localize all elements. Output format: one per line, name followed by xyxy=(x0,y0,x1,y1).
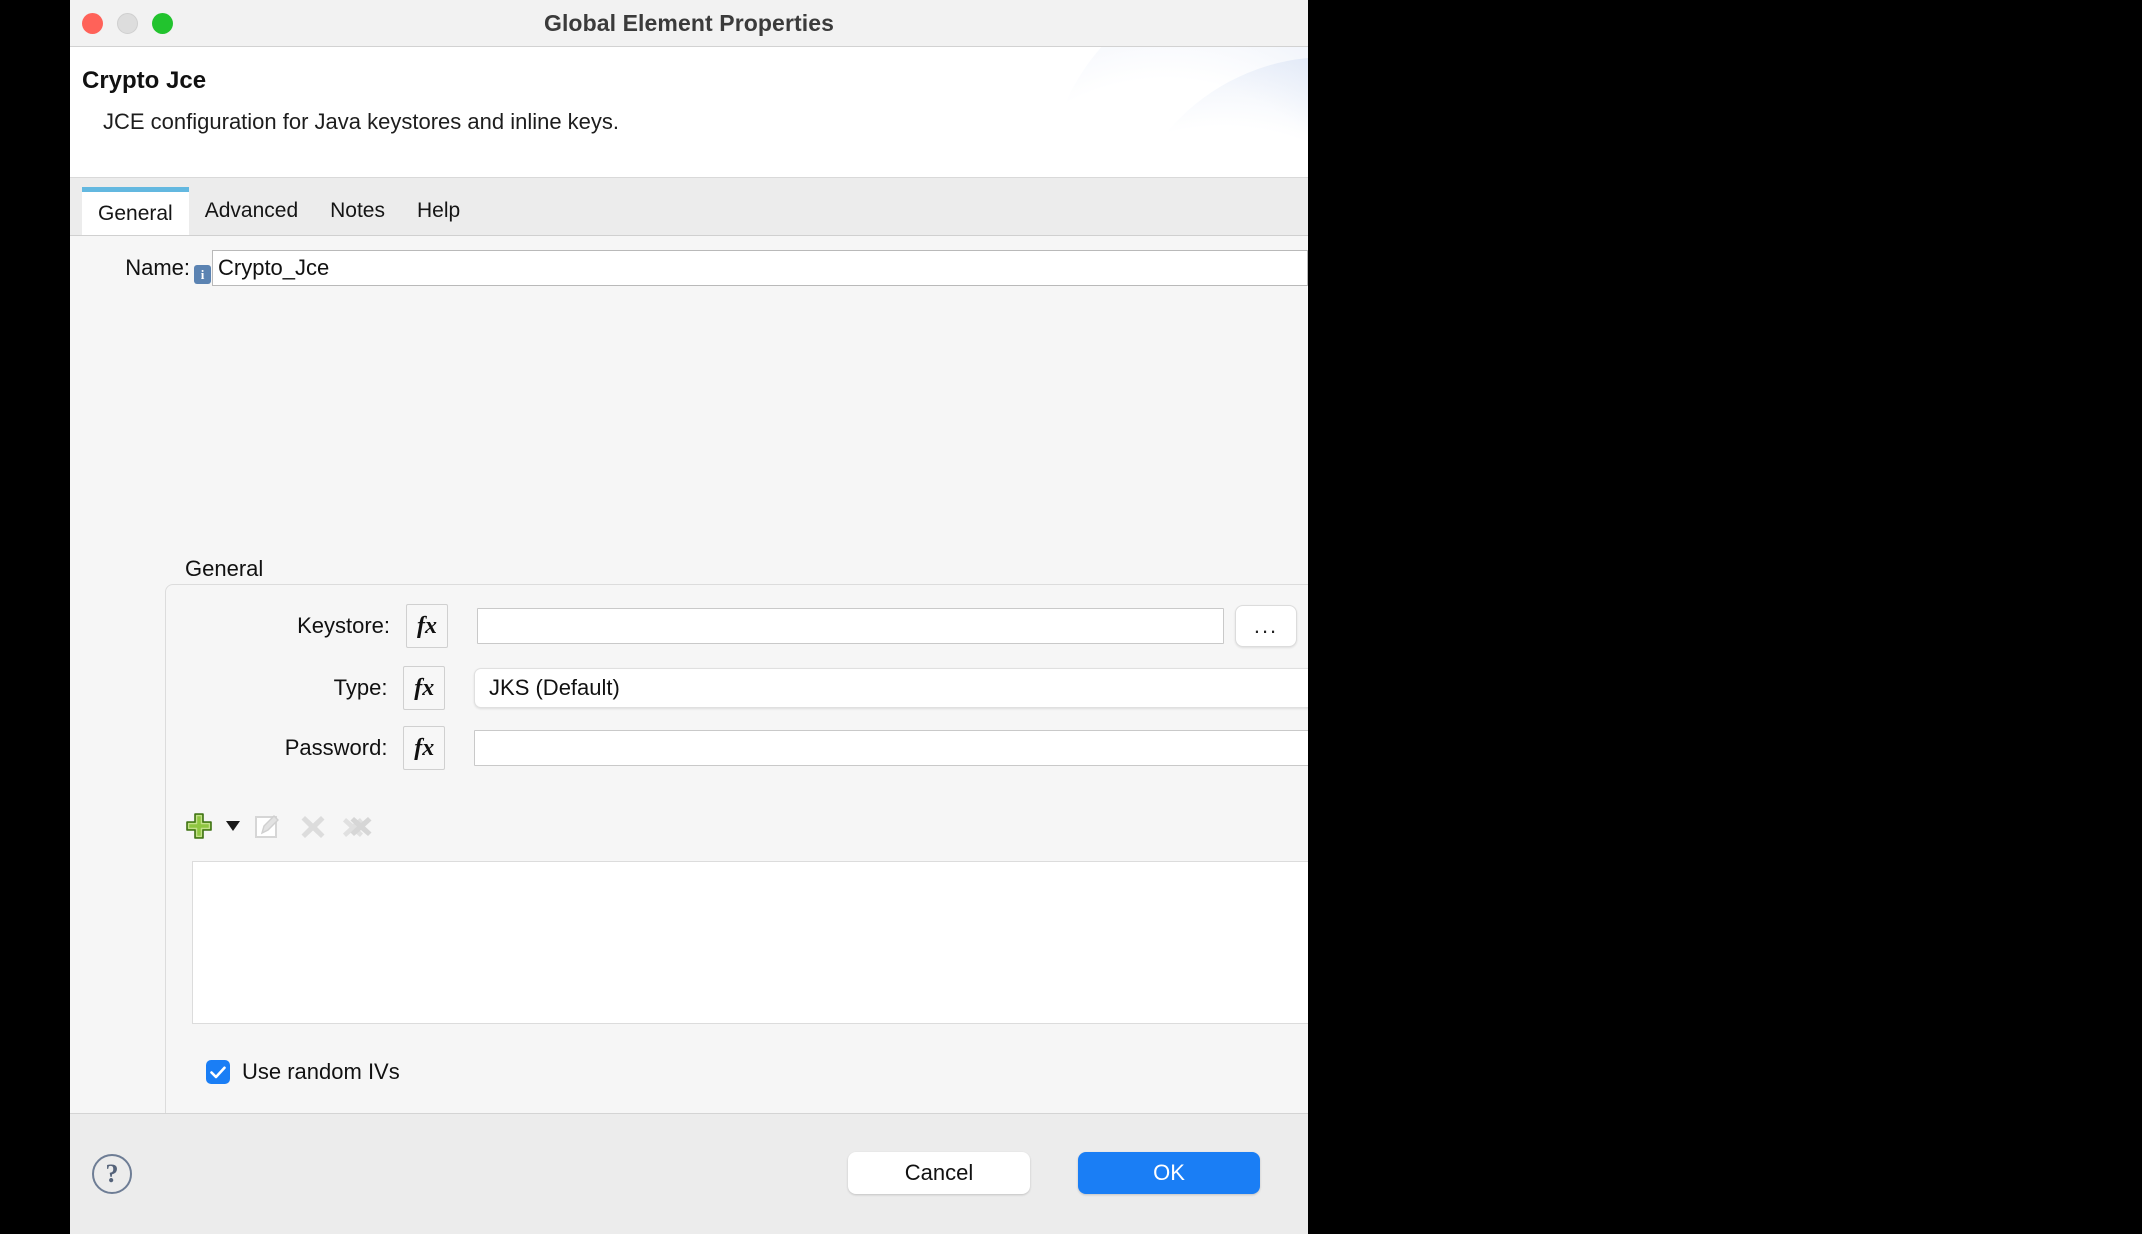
keystore-row: Keystore: fx ... xyxy=(166,603,1308,649)
general-group-box: Keystore: fx ... Type: fx JKS (Default) xyxy=(165,584,1308,1113)
password-input[interactable] xyxy=(473,730,1308,766)
type-fx-button[interactable]: fx xyxy=(403,666,446,710)
keystore-fx-button[interactable]: fx xyxy=(406,604,448,648)
zoom-button-icon[interactable] xyxy=(152,12,173,34)
page-title: Crypto Jce xyxy=(82,67,207,94)
ok-button[interactable]: OK xyxy=(1078,1152,1260,1194)
edit-button[interactable] xyxy=(244,803,290,849)
name-input[interactable] xyxy=(212,250,1308,286)
global-element-properties-dialog: Global Element Properties Crypto Jce JCE… xyxy=(70,0,1308,1234)
tab-advanced[interactable]: Advanced xyxy=(189,187,314,235)
name-label: Name: xyxy=(125,255,190,280)
tab-bar: General Advanced Notes Help xyxy=(70,178,1308,236)
info-icon[interactable]: i xyxy=(194,264,211,284)
add-dropdown-button[interactable] xyxy=(222,803,244,849)
close-button-icon[interactable] xyxy=(82,12,103,34)
use-random-ivs-checkbox[interactable] xyxy=(206,1060,230,1084)
type-select-value: JKS (Default) xyxy=(489,675,620,700)
type-select[interactable]: JKS (Default) xyxy=(474,668,1308,708)
keystore-browse-button[interactable]: ... xyxy=(1235,605,1297,647)
keystore-label: Keystore: xyxy=(297,613,390,638)
tab-general[interactable]: General xyxy=(82,187,189,235)
cancel-button[interactable]: Cancel xyxy=(848,1152,1030,1194)
use-random-ivs-row[interactable]: Use random IVs xyxy=(206,1059,400,1085)
name-row: Name: i xyxy=(70,248,1308,288)
minimize-button-icon[interactable] xyxy=(117,12,138,34)
use-random-ivs-label: Use random IVs xyxy=(242,1059,400,1084)
add-button[interactable] xyxy=(176,803,222,849)
dialog-footer: ? Cancel OK xyxy=(70,1113,1308,1234)
tab-help[interactable]: Help xyxy=(401,187,476,235)
general-section-label: General xyxy=(185,556,264,581)
password-fx-button[interactable]: fx xyxy=(403,726,445,770)
type-label: Type: xyxy=(333,675,388,700)
help-button[interactable]: ? xyxy=(92,1154,132,1194)
page-subtitle: JCE configuration for Java keystores and… xyxy=(103,109,620,134)
type-row: Type: fx JKS (Default) xyxy=(166,665,1308,711)
tab-content-general: Name: i General Keystore: fx ... Type: f… xyxy=(70,236,1308,1113)
delete-button[interactable] xyxy=(290,803,336,849)
delete-all-button[interactable] xyxy=(336,803,382,849)
keys-list[interactable] xyxy=(192,861,1308,1024)
tab-notes[interactable]: Notes xyxy=(314,187,401,235)
dialog-header: Crypto Jce JCE configuration for Java ke… xyxy=(70,47,1308,178)
password-row: Password: fx xyxy=(166,725,1308,771)
password-label: Password: xyxy=(284,735,388,760)
keystore-input[interactable] xyxy=(477,608,1224,644)
traffic-light-group xyxy=(82,0,173,46)
window-title: Global Element Properties xyxy=(543,9,835,36)
window-titlebar: Global Element Properties xyxy=(70,0,1308,47)
keys-toolbar xyxy=(176,803,382,849)
